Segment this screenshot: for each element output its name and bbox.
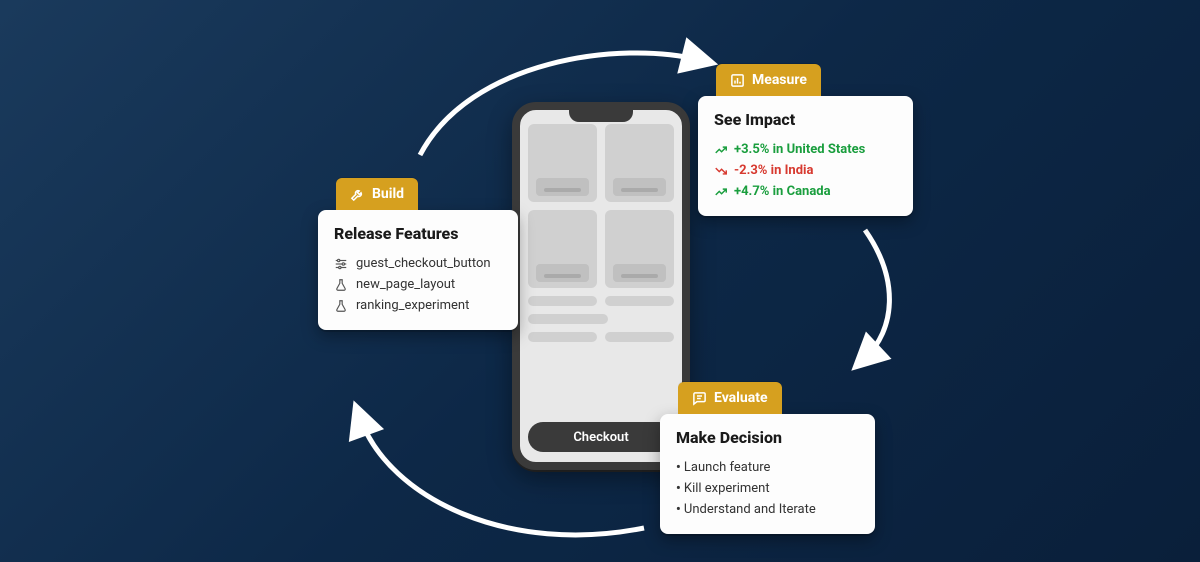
evaluate-card-title: Make Decision (676, 428, 859, 447)
build-card-title: Release Features (334, 224, 502, 243)
bar-chart-icon (730, 73, 745, 88)
impact-text: +4.7% in Canada (734, 184, 831, 199)
measure-card: Measure See Impact +3.5% in United State… (698, 96, 913, 216)
feature-item-label: new_page_layout (356, 277, 455, 292)
evaluate-tab-label: Evaluate (714, 390, 768, 406)
flask-icon (334, 278, 348, 292)
trend-down-icon (714, 164, 728, 178)
decision-item: Launch feature (676, 457, 859, 478)
sliders-icon (334, 257, 348, 271)
phone-tile (605, 124, 674, 202)
measure-card-title: See Impact (714, 110, 897, 129)
flask-icon (334, 299, 348, 313)
trend-up-icon (714, 185, 728, 199)
feature-item: guest_checkout_button (334, 253, 502, 274)
build-tab: Build (336, 178, 418, 210)
feature-item: ranking_experiment (334, 295, 502, 316)
impact-row: -2.3% in India (714, 160, 897, 181)
feature-item-label: ranking_experiment (356, 298, 469, 313)
build-tab-label: Build (372, 186, 404, 202)
checkout-button: Checkout (528, 422, 674, 452)
trend-up-icon (714, 143, 728, 157)
message-icon (692, 391, 707, 406)
build-card: Build Release Features guest_checkout_bu… (318, 210, 518, 330)
evaluate-tab: Evaluate (678, 382, 782, 414)
diagram-stage: Checkout Build Release Features guest_ch… (0, 0, 1200, 562)
feature-item-label: guest_checkout_button (356, 256, 491, 271)
phone-screen: Checkout (528, 124, 674, 452)
decision-item: Understand and Iterate (676, 499, 859, 520)
phone-tile (605, 210, 674, 288)
evaluate-card: Evaluate Make Decision Launch feature Ki… (660, 414, 875, 534)
decision-item: Kill experiment (676, 478, 859, 499)
impact-row: +4.7% in Canada (714, 181, 897, 202)
impact-text: -2.3% in India (734, 163, 813, 178)
measure-tab-label: Measure (752, 72, 807, 88)
impact-row: +3.5% in United States (714, 139, 897, 160)
phone-tile (528, 210, 597, 288)
measure-tab: Measure (716, 64, 821, 96)
feature-item: new_page_layout (334, 274, 502, 295)
phone-notch (569, 108, 633, 122)
wrench-icon (350, 187, 365, 202)
phone-tile (528, 124, 597, 202)
impact-text: +3.5% in United States (734, 142, 865, 157)
